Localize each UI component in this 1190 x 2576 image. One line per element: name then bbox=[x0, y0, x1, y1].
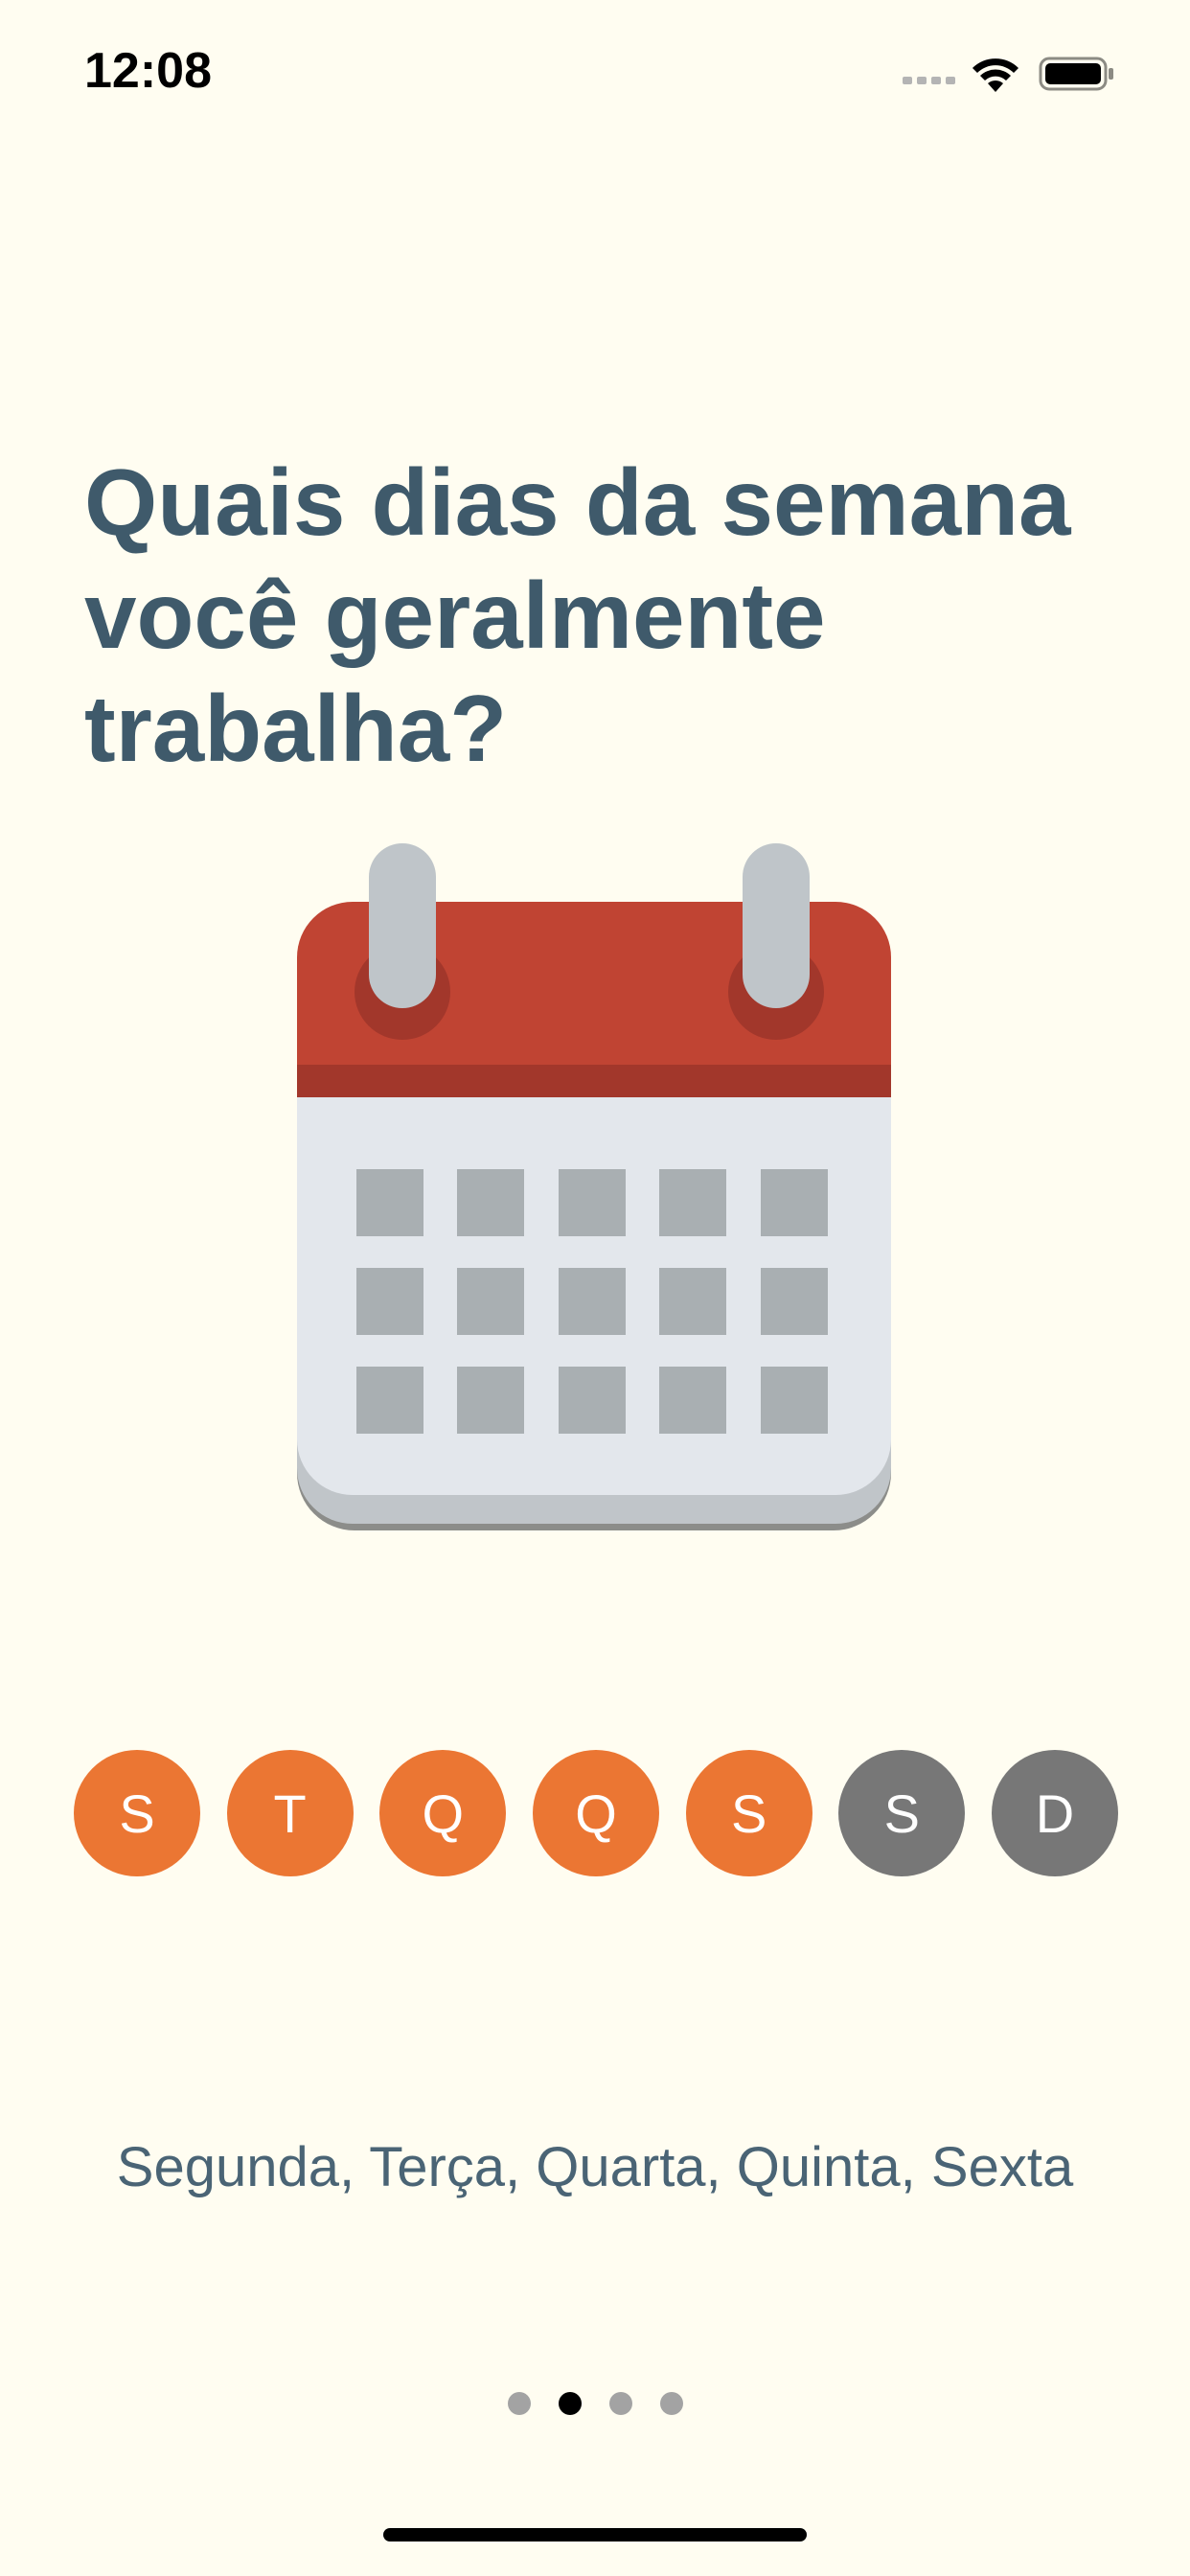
status-bar: 12:08 bbox=[0, 0, 1190, 134]
status-icons bbox=[903, 50, 1190, 98]
page-dot[interactable] bbox=[558, 2392, 582, 2415]
status-time: 12:08 bbox=[84, 43, 212, 99]
wifi-icon bbox=[973, 58, 1018, 92]
weekday-selector: S T Q Q S S D bbox=[74, 1750, 1118, 1878]
page-title: Quais dias da semana você geralmente tra… bbox=[84, 449, 1071, 781]
day-button-sunday[interactable]: D bbox=[991, 1750, 1118, 1876]
selected-days-summary: Segunda, Terça, Quarta, Quinta, Sexta bbox=[116, 2136, 1074, 2198]
calendar-icon bbox=[297, 843, 891, 1530]
page-indicator bbox=[0, 2392, 1190, 2417]
day-button-tuesday[interactable]: T bbox=[226, 1750, 354, 1876]
page-dot[interactable] bbox=[659, 2392, 683, 2415]
home-indicator[interactable] bbox=[383, 2528, 807, 2542]
day-button-saturday[interactable]: S bbox=[838, 1750, 966, 1876]
day-button-thursday[interactable]: Q bbox=[532, 1750, 659, 1876]
signal-icon bbox=[903, 77, 955, 84]
day-button-friday[interactable]: S bbox=[685, 1750, 812, 1876]
battery-icon bbox=[1039, 57, 1113, 91]
page-dot[interactable] bbox=[608, 2392, 632, 2415]
day-button-monday[interactable]: S bbox=[74, 1750, 200, 1876]
day-button-wednesday[interactable]: Q bbox=[379, 1750, 507, 1876]
page-dot[interactable] bbox=[507, 2392, 531, 2415]
calendar-illustration bbox=[297, 839, 891, 1538]
